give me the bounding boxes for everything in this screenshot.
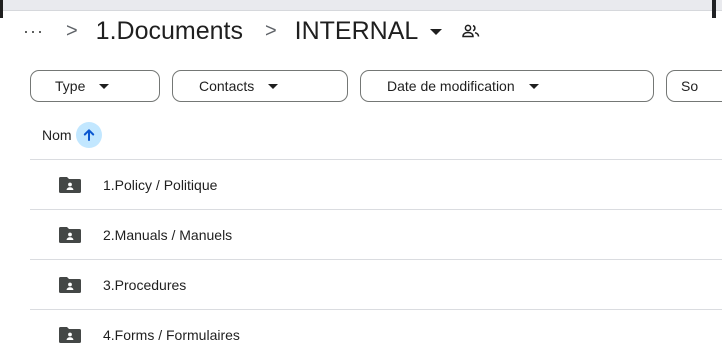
list-item[interactable]: 4.Forms / Formulaires (30, 311, 722, 359)
type-filter-label: Type (55, 78, 86, 94)
type-filter-chip[interactable]: Type (30, 70, 160, 102)
list-item[interactable]: 2.Manuals / Manuels (30, 211, 722, 259)
breadcrumb: ··· > 1.Documents > INTERNAL (23, 10, 480, 52)
window-left-edge (0, 0, 3, 18)
breadcrumb-separator: > (65, 19, 78, 42)
breadcrumb-current-folder[interactable]: INTERNAL (295, 17, 443, 46)
chevron-down-icon (99, 83, 110, 89)
shared-folder-icon (58, 225, 82, 245)
name-column-header[interactable]: Nom (42, 121, 102, 149)
chevron-down-icon (430, 29, 443, 35)
list-item-name: 2.Manuals / Manuels (103, 227, 233, 243)
contacts-filter-chip[interactable]: Contacts (172, 70, 348, 102)
chevron-down-icon (268, 83, 279, 89)
name-column-label: Nom (42, 127, 72, 143)
people-icon[interactable] (462, 24, 480, 38)
date-modified-filter-chip[interactable]: Date de modification (360, 70, 654, 102)
filter-chips: Type Contacts Date de modification So (30, 70, 722, 102)
divider (30, 309, 722, 310)
source-filter-label: So (681, 78, 699, 94)
window-right-edge (712, 0, 716, 18)
divider (30, 209, 722, 210)
contacts-filter-label: Contacts (199, 78, 255, 94)
date-modified-filter-label: Date de modification (387, 78, 515, 94)
list-item-name: 1.Policy / Politique (103, 177, 218, 193)
breadcrumb-parent[interactable]: 1.Documents (96, 17, 243, 46)
shared-folder-icon (58, 325, 82, 345)
shared-folder-icon (58, 175, 82, 195)
divider (30, 259, 722, 260)
breadcrumb-current-label: INTERNAL (294, 16, 419, 45)
shared-folder-icon (58, 275, 82, 295)
chevron-down-icon (528, 83, 539, 89)
list-item[interactable]: 3.Procedures (30, 261, 722, 309)
arrow-up-icon[interactable] (75, 122, 102, 148)
breadcrumb-separator: > (264, 19, 277, 42)
list-item-name: 4.Forms / Formulaires (103, 327, 240, 343)
source-filter-chip[interactable]: So (666, 70, 722, 102)
more-horizontal-icon[interactable]: ··· (23, 21, 44, 42)
divider (30, 159, 722, 160)
list-item[interactable]: 1.Policy / Politique (30, 161, 722, 209)
list-item-name: 3.Procedures (103, 277, 187, 293)
